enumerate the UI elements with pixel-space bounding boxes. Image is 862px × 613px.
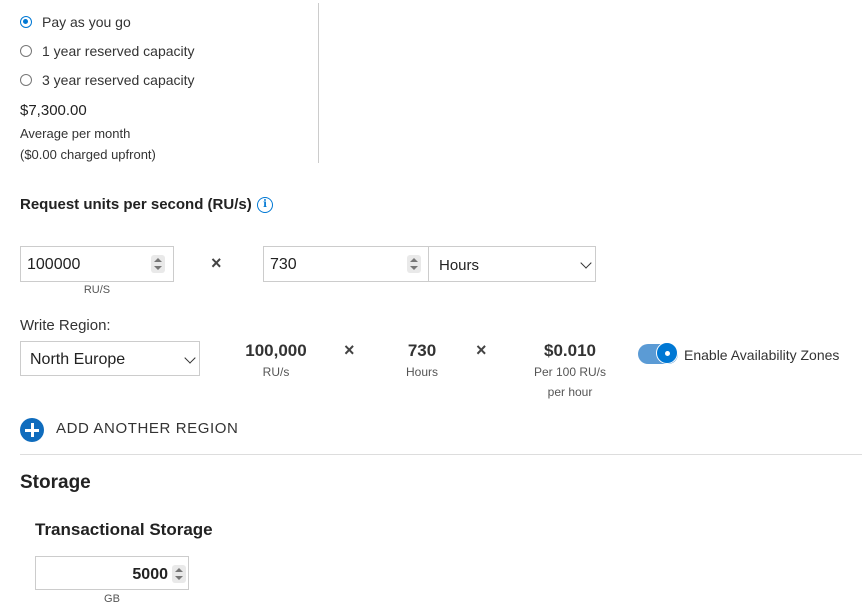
write-region-value: North Europe	[30, 351, 126, 368]
hours-input-value: 730	[270, 256, 297, 273]
write-region-label: Write Region:	[20, 317, 111, 334]
availability-zones-toggle[interactable]	[638, 342, 678, 364]
toggle-knob	[656, 342, 678, 364]
region-ru-unit: RU/s	[262, 365, 290, 379]
pay-as-you-go-radio[interactable]	[20, 16, 32, 28]
storage-title: Storage	[20, 472, 91, 493]
region-ru-value: 100,000	[245, 341, 307, 360]
region-price-unit-line1: Per 100 RU/s	[533, 365, 607, 379]
average-per-month-label: Average per month	[20, 126, 131, 141]
hours-select-value: Hours	[439, 257, 480, 274]
storage-spinner[interactable]	[172, 565, 186, 583]
write-region-select[interactable]: North Europe	[20, 341, 200, 376]
3-year-reserved-radio[interactable]	[20, 74, 32, 86]
multiply-sign: ×	[476, 340, 487, 360]
storage-input-value: 5000	[132, 566, 168, 583]
ru-input-value: 100000	[27, 256, 81, 273]
hours-spinner[interactable]	[407, 255, 421, 273]
chevron-down-icon	[580, 257, 592, 269]
vertical-divider	[318, 3, 319, 163]
availability-zones-label[interactable]: Enable Availability Zones	[684, 347, 839, 363]
transactional-storage-title: Transactional Storage	[35, 520, 213, 539]
multiply-sign: ×	[344, 340, 355, 360]
1-year-reserved-label[interactable]: 1 year reserved capacity	[42, 43, 195, 59]
region-hours-unit: Hours	[405, 365, 438, 379]
chevron-down-icon	[184, 352, 196, 364]
storage-unit-label: GB	[104, 593, 120, 605]
plus-circle-icon[interactable]	[20, 418, 44, 442]
ru-unit-label: RU/S	[83, 284, 111, 296]
region-unit-price: $0.010	[544, 341, 596, 360]
pay-as-you-go-label[interactable]: Pay as you go	[42, 14, 131, 30]
hours-input[interactable]: 730	[263, 246, 429, 282]
1-year-reserved-radio[interactable]	[20, 45, 32, 57]
multiply-sign: ×	[211, 253, 222, 273]
region-price-unit-line2: per hour	[547, 385, 593, 399]
ru-spinner[interactable]	[151, 255, 165, 273]
monthly-price: $7,300.00	[20, 102, 87, 119]
ru-input[interactable]: 100000	[20, 246, 174, 282]
info-icon[interactable]: i	[257, 197, 273, 213]
3-year-reserved-label[interactable]: 3 year reserved capacity	[42, 72, 195, 88]
add-another-region-link[interactable]: ADD ANOTHER REGION	[56, 420, 239, 437]
request-units-title: Request units per second (RU/s)	[20, 196, 252, 213]
section-divider	[20, 454, 862, 455]
region-hours-value: 730	[407, 341, 437, 360]
hours-select[interactable]: Hours	[428, 246, 596, 282]
storage-input[interactable]: 5000	[35, 556, 189, 590]
upfront-charge-label: ($0.00 charged upfront)	[20, 147, 156, 162]
